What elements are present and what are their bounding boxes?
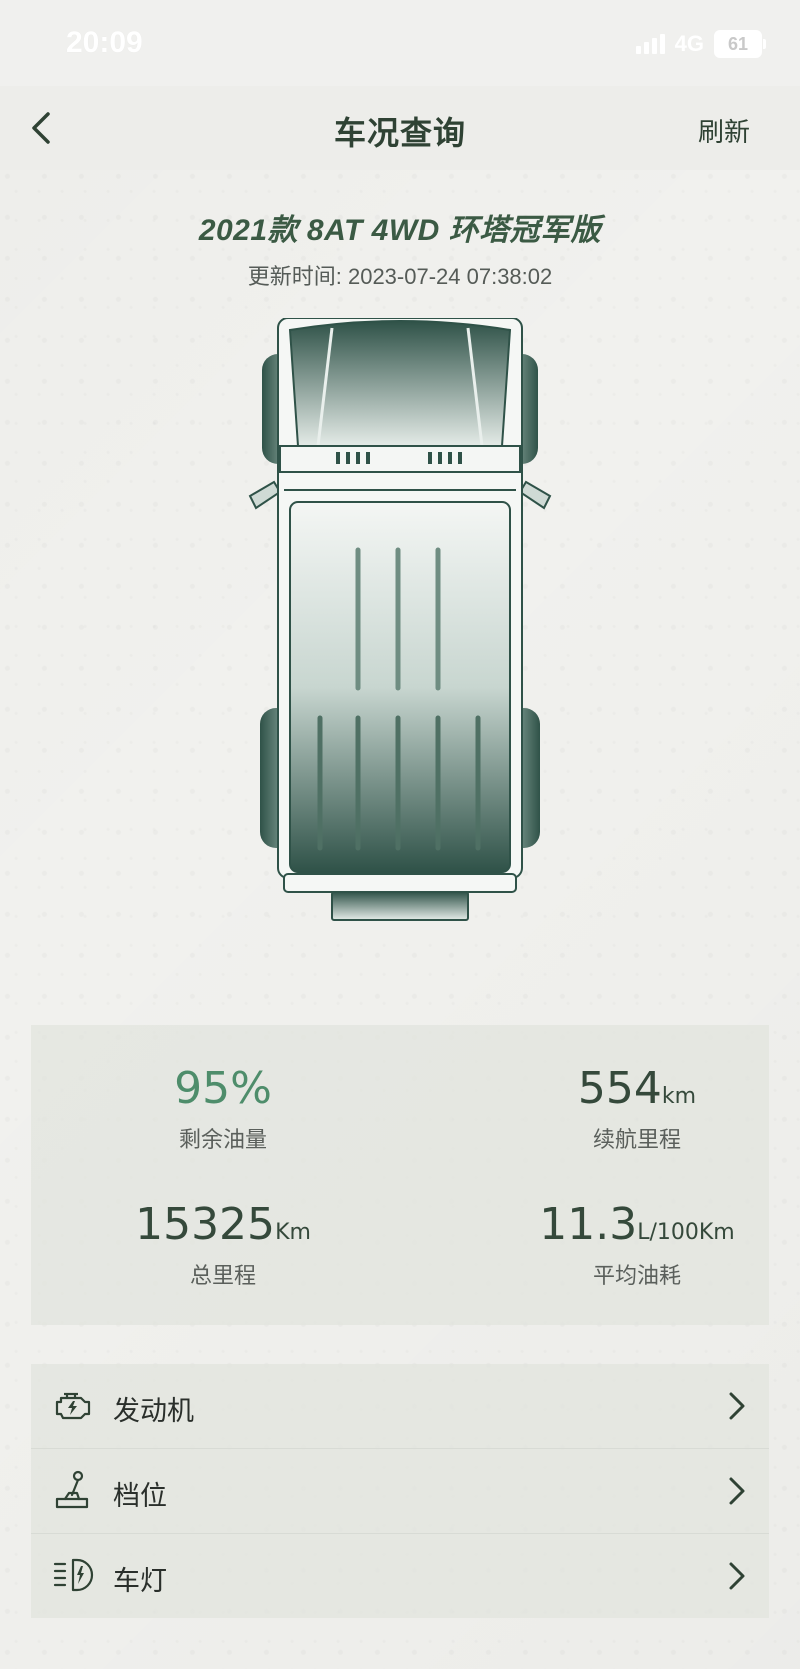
fuel-level-label: 剩余油量: [178, 1127, 267, 1152]
menu-item-lights[interactable]: 车灯: [31, 1534, 769, 1618]
menu-label-gear: 档位: [113, 1481, 167, 1511]
update-time: 更新时间: 2023-07-24 07:38:02: [0, 259, 800, 291]
range-stat: 554km 续航里程: [487, 1063, 787, 1154]
status-time: 20:09: [66, 26, 143, 59]
refresh-button[interactable]: 刷新: [698, 112, 750, 149]
chevron-right-icon: [729, 1477, 745, 1505]
menu-item-gear[interactable]: 档位: [31, 1449, 769, 1534]
car-top-view-illustration: [248, 318, 552, 921]
menu-label-engine: 发动机: [113, 1396, 194, 1426]
status-indicators: 4G 61: [635, 30, 766, 58]
fuel-level-value: 95%: [174, 1063, 272, 1114]
headlight-icon: [53, 1558, 94, 1592]
fuel-level-stat: 95% 剩余油量: [73, 1063, 373, 1154]
menu-label-lights: 车灯: [113, 1566, 167, 1596]
vehicle-model-title: 2021款 8AT 4WD 环塔冠军版: [198, 214, 602, 247]
network-type: 4G: [674, 31, 704, 56]
vehicle-stats-panel: 95% 剩余油量 554km 续航里程 15325Km 总里程 11.3L/10…: [31, 1025, 769, 1325]
battery-icon: 61: [714, 30, 766, 58]
gear-shift-icon: [55, 1470, 89, 1509]
signal-icon: [635, 34, 665, 54]
engine-icon: [55, 1392, 91, 1420]
status-menu-list: 发动机 档位 车灯: [31, 1364, 769, 1618]
nav-bar: 车况查询 刷新: [0, 86, 800, 170]
update-time-label: 更新时间:: [247, 264, 348, 289]
odometer-label: 总里程: [189, 1263, 256, 1288]
range-label: 续航里程: [592, 1127, 681, 1152]
menu-item-engine[interactable]: 发动机: [31, 1364, 769, 1449]
fuel-consumption-stat: 11.3L/100Km 平均油耗: [487, 1199, 787, 1290]
range-value: 554: [577, 1063, 662, 1114]
chevron-right-icon: [729, 1392, 745, 1420]
update-time-value: 2023-07-24 07:38:02: [347, 264, 553, 289]
odometer-stat: 15325Km 总里程: [73, 1199, 373, 1290]
battery-level: 61: [727, 33, 749, 54]
odometer-value: 15325: [135, 1199, 276, 1250]
fuel-consumption-value: 11.3: [539, 1199, 638, 1250]
fuel-consumption-unit: L/100Km: [637, 1220, 735, 1245]
page-title: 车况查询: [333, 115, 466, 151]
range-unit: km: [661, 1084, 697, 1109]
fuel-consumption-label: 平均油耗: [592, 1263, 681, 1288]
status-bar: 20:09 4G 61: [0, 0, 800, 86]
odometer-unit: Km: [275, 1220, 311, 1245]
chevron-right-icon: [729, 1562, 745, 1590]
